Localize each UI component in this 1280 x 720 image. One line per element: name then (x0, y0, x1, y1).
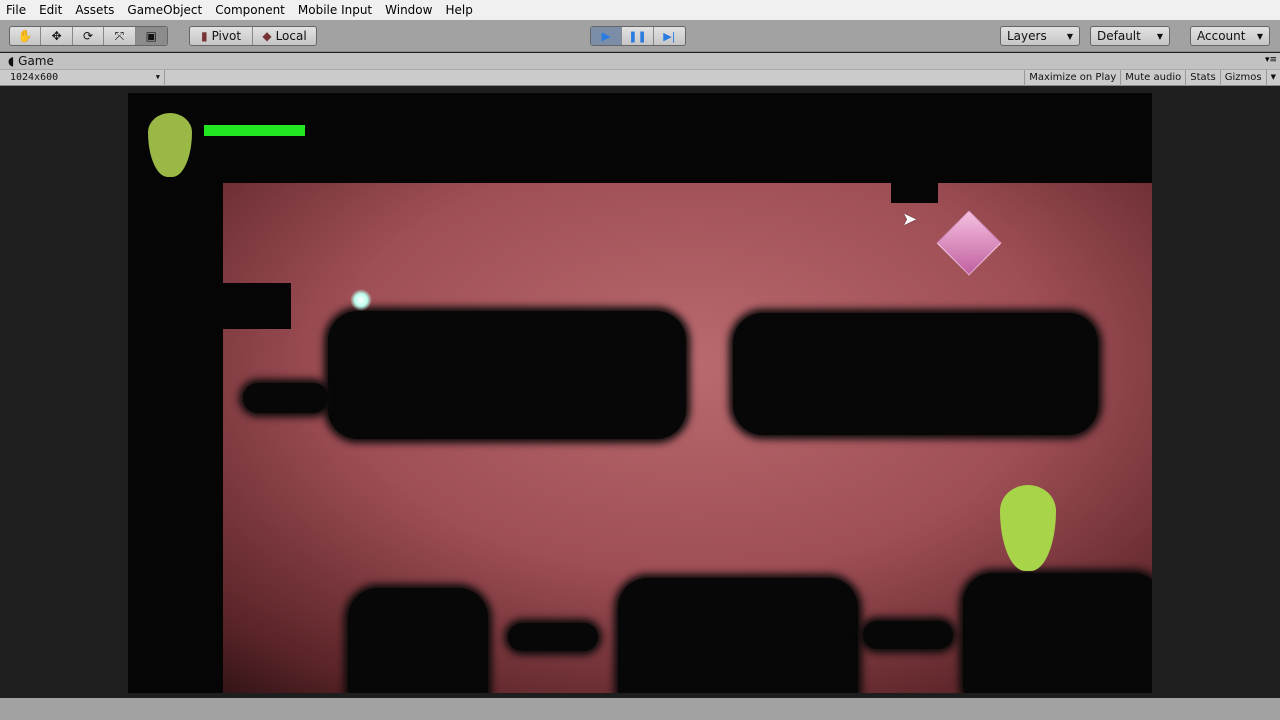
cube-icon: ◆ (262, 29, 272, 43)
menu-window[interactable]: Window (379, 3, 439, 17)
menu-help[interactable]: Help (439, 3, 479, 17)
stats-toggle[interactable]: Stats (1185, 70, 1220, 86)
chevron-down-icon: ▼ (1256, 31, 1263, 41)
play-button[interactable]: ▶ (591, 27, 623, 45)
menu-mobile-input[interactable]: Mobile Input (292, 3, 379, 17)
layout-dropdown[interactable]: Default ▼ (1090, 26, 1170, 46)
transform-tools: ✋ ✥ ⟳ ⤧ ▣ (9, 26, 168, 46)
ground-mound-1 (348, 588, 488, 693)
resolution-dropdown[interactable]: 1024x600 ▼ (0, 70, 165, 86)
status-bar (0, 698, 1280, 720)
menu-file[interactable]: File (0, 3, 33, 17)
pivot-icon: ▮ (200, 29, 208, 43)
scale-tool-icon[interactable]: ⤧ (104, 27, 136, 45)
cursor-icon: ➤ (902, 209, 918, 230)
game-icon: ◖ (8, 54, 15, 68)
account-dropdown[interactable]: Account ▼ (1190, 26, 1270, 46)
chevron-down-icon: ▼ (1066, 31, 1073, 41)
step-button[interactable]: ▶| (654, 27, 685, 45)
move-tool-icon[interactable]: ✥ (41, 27, 73, 45)
tab-game[interactable]: ◖ Game (8, 54, 54, 68)
player-character (1000, 485, 1056, 571)
local-button[interactable]: ◆ Local (253, 27, 316, 45)
ground-mound-3 (963, 573, 1152, 693)
game-panel-header: ◖ Game ▾≡ 1024x600 ▼ Maximize on Play Mut… (0, 53, 1280, 86)
gizmos-toggle[interactable]: Gizmos (1219, 70, 1266, 86)
health-bar (204, 125, 305, 136)
menu-component[interactable]: Component (209, 3, 292, 17)
toolbar: ✋ ✥ ⟳ ⤧ ▣ ▮ Pivot ◆ Local ▶ ❚❚ ▶| Layers ▼ … (0, 20, 1280, 52)
gizmos-dropdown[interactable]: ▼ (1265, 70, 1280, 86)
pink-gem (936, 210, 1002, 276)
layers-dropdown[interactable]: Layers ▼ (1000, 26, 1080, 46)
small-platform (243, 383, 328, 413)
menu-bar: File Edit Assets GameObject Component Mo… (0, 0, 1280, 20)
hand-tool-icon[interactable]: ✋ (10, 27, 42, 45)
panel-menu-icon[interactable]: ▾≡ (1265, 55, 1277, 65)
left-wall (128, 93, 223, 693)
menu-gameobject[interactable]: GameObject (121, 3, 209, 17)
small-ledge-1 (508, 623, 598, 651)
ceiling-block (891, 93, 938, 203)
game-viewport[interactable]: ➤ (128, 93, 1152, 693)
ground-mound-2 (618, 578, 858, 693)
platform-left (328, 311, 686, 439)
small-ledge-2 (863, 621, 953, 649)
wall-block (218, 283, 291, 329)
chevron-down-icon: ▼ (1156, 31, 1163, 41)
glowing-orb (350, 289, 372, 311)
pause-button[interactable]: ❚❚ (622, 27, 654, 45)
ceiling (128, 93, 1152, 183)
pivot-group: ▮ Pivot ◆ Local (189, 26, 317, 46)
game-options-bar: 1024x600 ▼ Maximize on Play Mute audio St… (0, 69, 1280, 86)
mute-audio-toggle[interactable]: Mute audio (1120, 70, 1185, 86)
playback-controls: ▶ ❚❚ ▶| (590, 26, 686, 46)
maximize-on-play-toggle[interactable]: Maximize on Play (1024, 70, 1120, 86)
rect-tool-icon[interactable]: ▣ (135, 27, 167, 45)
rotate-tool-icon[interactable]: ⟳ (73, 27, 105, 45)
menu-assets[interactable]: Assets (69, 3, 121, 17)
platform-right (733, 313, 1098, 435)
pivot-button[interactable]: ▮ Pivot (190, 27, 254, 45)
chevron-down-icon: ▼ (155, 73, 160, 81)
menu-edit[interactable]: Edit (33, 3, 69, 17)
